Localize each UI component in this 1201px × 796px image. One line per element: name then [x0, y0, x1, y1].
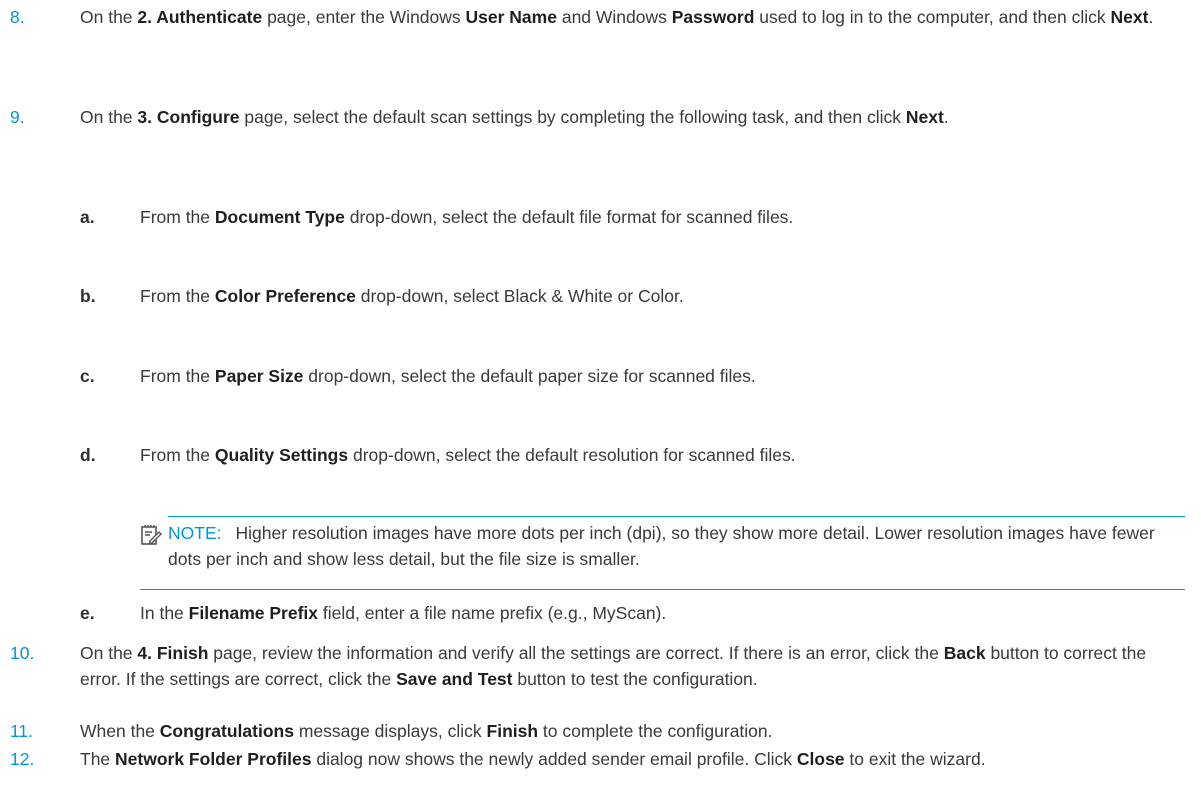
- note-label: NOTE:: [168, 523, 222, 543]
- step-number: 12.: [10, 749, 35, 769]
- substep-letter: c.: [80, 366, 95, 386]
- substep-text: From the Paper Size drop-down, select th…: [140, 366, 756, 386]
- step-number: 11.: [10, 721, 34, 741]
- substep-text: In the Filename Prefix field, enter a fi…: [140, 603, 667, 623]
- note-text: NOTE: Higher resolution images have more …: [168, 523, 1155, 569]
- note-box: NOTE: Higher resolution images have more …: [140, 516, 1185, 590]
- substep-letter: d.: [80, 445, 96, 465]
- step-text: On the 4. Finish page, review the inform…: [80, 643, 1147, 689]
- document-page: 8. On the 2. Authenticate page, enter th…: [0, 0, 1201, 796]
- substep-text: From the Document Type drop-down, select…: [140, 207, 794, 227]
- substep-letter: b.: [80, 286, 96, 306]
- substep-letter: e.: [80, 603, 95, 623]
- step-text: On the 3. Configure page, select the def…: [80, 107, 949, 127]
- step-number: 9.: [10, 107, 25, 127]
- substep-text: From the Color Preference drop-down, sel…: [140, 286, 684, 306]
- step-text: When the Congratulations message display…: [80, 721, 773, 741]
- note-bottom-rule: [140, 589, 1185, 590]
- step-number: 8.: [10, 7, 25, 27]
- step-number: 10.: [10, 643, 35, 663]
- step-text: On the 2. Authenticate page, enter the W…: [80, 7, 1154, 27]
- substep-text: From the Quality Settings drop-down, sel…: [140, 445, 796, 465]
- substep-letter: a.: [80, 207, 95, 227]
- note-icon: [140, 524, 162, 546]
- note-top-rule: [168, 516, 1185, 517]
- step-text: The Network Folder Profiles dialog now s…: [80, 749, 986, 769]
